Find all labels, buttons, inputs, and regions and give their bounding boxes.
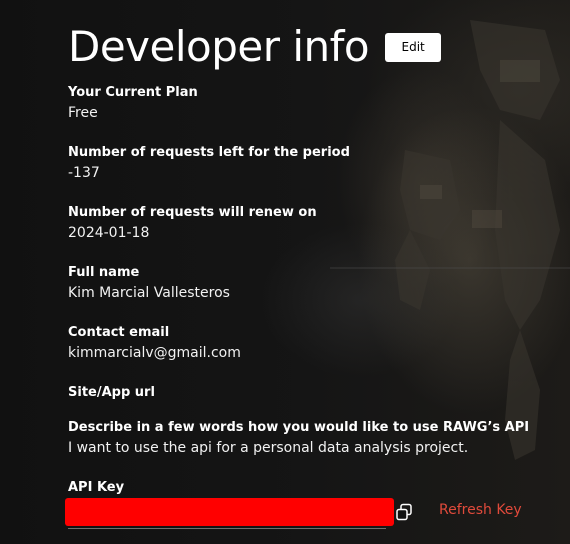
field-api-usage: Describe in a few words how you would li… xyxy=(68,419,529,459)
field-contact-email: Contact email kimmarcialv@gmail.com xyxy=(68,324,241,364)
field-label: Your Current Plan xyxy=(68,85,198,100)
field-label: Number of requests left for the period xyxy=(68,145,350,160)
field-value: Free xyxy=(68,105,98,121)
field-label: Site/App url xyxy=(68,385,155,400)
api-key-input[interactable] xyxy=(65,498,394,526)
field-label: API Key xyxy=(68,480,125,495)
developer-info-panel: Developer info Edit Your Current Plan Fr… xyxy=(65,22,550,529)
field-value: I want to use the api for a personal dat… xyxy=(68,440,469,456)
field-api-key: API Key xyxy=(68,479,124,497)
field-value: Kim Marcial Vallesteros xyxy=(68,285,230,301)
refresh-key-button[interactable]: Refresh Key xyxy=(439,502,522,518)
copy-icon[interactable] xyxy=(395,503,413,521)
field-renew-date: Number of requests will renew on 2024-01… xyxy=(68,204,317,244)
field-requests-left: Number of requests left for the period -… xyxy=(68,144,350,184)
page-title: Developer info xyxy=(68,22,370,71)
field-value: -137 xyxy=(68,165,100,181)
field-site-url: Site/App url xyxy=(68,384,155,402)
field-label: Describe in a few words how you would li… xyxy=(68,420,530,435)
field-current-plan: Your Current Plan Free xyxy=(68,84,198,124)
field-full-name: Full name Kim Marcial Vallesteros xyxy=(68,264,230,304)
field-value: 2024-01-18 xyxy=(68,225,150,241)
api-key-row: Refresh Key xyxy=(65,498,548,529)
edit-button[interactable]: Edit xyxy=(385,32,442,62)
api-key-underline xyxy=(68,528,386,529)
field-label: Number of requests will renew on xyxy=(68,205,317,220)
header-row: Developer info Edit xyxy=(68,22,550,72)
field-label: Contact email xyxy=(68,325,170,340)
field-value: kimmarcialv@gmail.com xyxy=(68,345,241,361)
field-label: Full name xyxy=(68,265,140,280)
